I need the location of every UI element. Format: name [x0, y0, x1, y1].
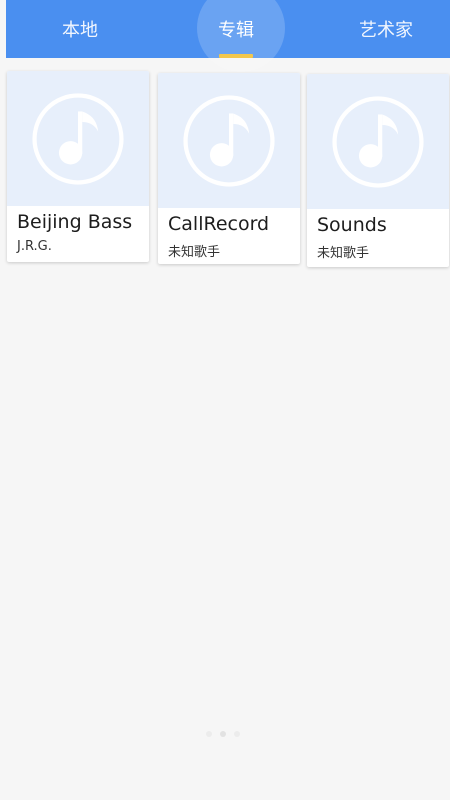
tab-artist[interactable]: 艺术家 [336, 0, 436, 58]
album-cover [7, 71, 149, 206]
album-title: Sounds [317, 214, 387, 236]
page-dot [206, 731, 212, 737]
tab-album-label: 专辑 [218, 20, 254, 41]
tab-local-label: 本地 [62, 20, 98, 41]
tab-artist-label: 艺术家 [359, 20, 413, 41]
tab-album[interactable]: 专辑 [188, 0, 284, 58]
music-note-icon [183, 94, 275, 187]
page-dot-active [220, 731, 226, 737]
top-tab-bar: 本地 专辑 艺术家 [6, 0, 450, 72]
active-tab-indicator [219, 54, 253, 58]
album-artist: J.R.G. [17, 239, 52, 254]
page-indicator [188, 730, 258, 738]
album-card[interactable]: CallRecord 未知歌手 [158, 73, 300, 264]
album-card[interactable]: Sounds 未知歌手 [307, 74, 449, 267]
album-card[interactable]: Beijing Bass J.R.G. [7, 71, 149, 262]
music-note-icon [332, 95, 424, 188]
album-cover [307, 74, 449, 209]
album-cover [158, 73, 300, 208]
music-note-icon [32, 92, 124, 185]
page-dot [234, 731, 240, 737]
album-artist: 未知歌手 [317, 246, 370, 261]
album-title: CallRecord [168, 213, 270, 235]
album-artist: 未知歌手 [168, 245, 221, 260]
tab-local[interactable]: 本地 [44, 0, 116, 58]
album-title: Beijing Bass [17, 211, 133, 233]
